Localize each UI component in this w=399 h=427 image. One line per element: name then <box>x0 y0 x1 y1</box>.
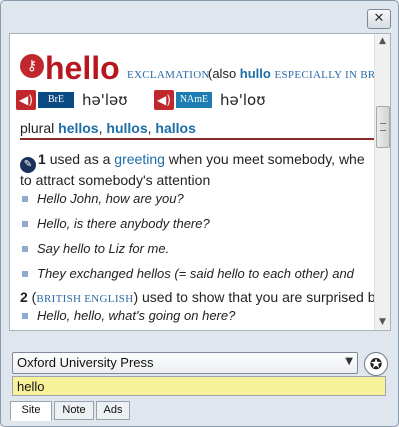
plural-word: hullos <box>106 120 148 136</box>
ipa-text: hə'loʊ <box>220 91 266 109</box>
example: Hello John, how are you? <box>20 191 184 206</box>
plural-forms: plural hellos, hullos, hallos <box>20 120 196 136</box>
entry-content: ⚷ hello EXCLAMATION (also hullo ESPECIAL… <box>16 34 376 330</box>
scroll-up-icon[interactable]: ▲ <box>375 34 390 49</box>
close-button[interactable]: ✕ <box>367 9 391 29</box>
definition-icon: ✎ <box>20 157 36 173</box>
example: Say hello to Liz for me. <box>20 241 169 256</box>
star-icon: ✪ <box>369 355 383 373</box>
tab-note[interactable]: Note <box>54 401 94 420</box>
search-input[interactable]: hello <box>12 376 386 396</box>
sense-1: ✎ 1 used as a greeting when you meet some… <box>20 151 365 188</box>
region-label: BRITISH ENGLISH <box>36 293 134 305</box>
source-dropdown[interactable]: Oxford University Press ▼ <box>12 352 358 374</box>
ipa-text: hə'ləʊ <box>82 91 128 109</box>
favorite-button[interactable]: ✪ <box>364 352 388 376</box>
speaker-icon[interactable]: ◀) <box>154 90 174 110</box>
example: Hello, is there anybody there? <box>20 216 210 231</box>
sense-2: 2 (BRITISH ENGLISH) used to show that yo… <box>20 289 376 306</box>
variant-badge: BrE <box>38 92 74 108</box>
entry-panel: ⚷ hello EXCLAMATION (also hullo ESPECIAL… <box>9 33 391 331</box>
variant-badge: NAmE <box>176 92 212 108</box>
dictionary-window: ✕ ⚷ hello EXCLAMATION (also hullo ESPECI… <box>0 0 399 427</box>
also-variant: (also hullo ESPECIALLY IN BR <box>208 66 376 81</box>
tab-ads[interactable]: Ads <box>96 401 130 420</box>
vertical-scrollbar[interactable]: ▲ ▼ <box>374 34 390 330</box>
example: Hello, hello, what's going on here? <box>20 308 235 323</box>
speaker-icon[interactable]: ◀) <box>16 90 36 110</box>
source-selected: Oxford University Press <box>17 355 154 370</box>
headword: hello <box>45 50 120 86</box>
pronunciation-name: ◀) NAmE hə'loʊ <box>154 90 294 110</box>
part-of-speech: EXCLAMATION <box>127 69 210 81</box>
scroll-down-icon[interactable]: ▼ <box>375 315 390 330</box>
chevron-down-icon: ▼ <box>345 356 353 367</box>
tab-site[interactable]: Site <box>10 401 52 421</box>
pronunciation-bre: ◀) BrE hə'ləʊ <box>16 90 146 110</box>
plural-word: hellos <box>58 120 99 136</box>
also-word: hullo <box>239 66 271 81</box>
scroll-thumb[interactable] <box>376 106 390 148</box>
example: They exchanged hellos (= said hello to e… <box>20 266 354 281</box>
divider <box>20 138 376 140</box>
close-icon: ✕ <box>373 11 385 26</box>
also-region: ESPECIALLY IN BR <box>274 69 376 81</box>
link-greeting[interactable]: greeting <box>114 151 165 167</box>
plural-word: hallos <box>155 120 196 136</box>
key-icon: ⚷ <box>20 54 44 78</box>
